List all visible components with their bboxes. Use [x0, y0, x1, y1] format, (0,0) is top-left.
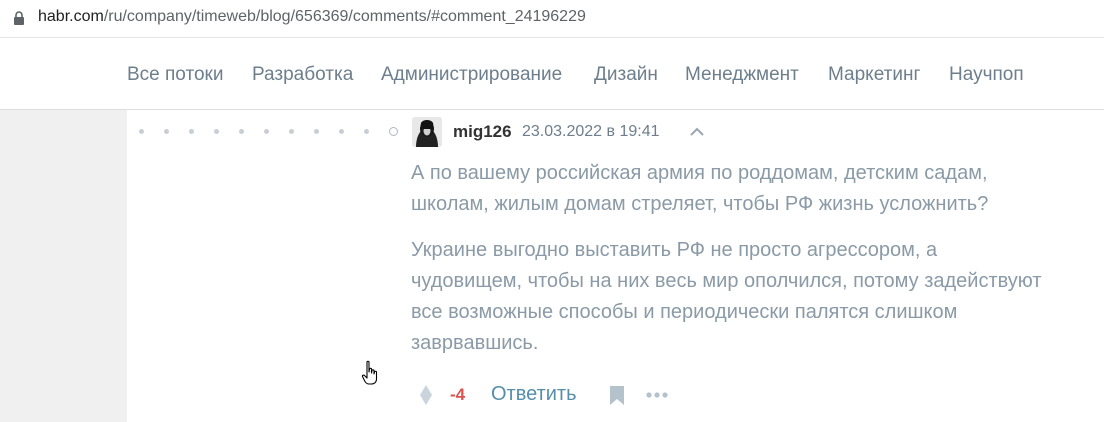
nav-item-administration[interactable]: Администрирование [381, 64, 562, 86]
comment-line: все возможные способы и периодически пал… [411, 301, 958, 323]
nav-item-development[interactable]: Разработка [252, 64, 353, 86]
more-options-icon[interactable] [645, 390, 669, 400]
thread-dot [264, 129, 269, 134]
avatar-image [412, 117, 442, 147]
thread-dot [139, 129, 144, 134]
nav-item-popsci[interactable]: Научпоп [949, 64, 1024, 86]
top-navigation: Все потоки Разработка Администрирование … [0, 38, 1104, 110]
nav-item-all-flows[interactable]: Все потоки [127, 64, 223, 86]
url-host: habr.com [38, 8, 104, 25]
thread-dot [239, 129, 244, 134]
thread-dot [164, 129, 169, 134]
comment-score: -4 [450, 385, 466, 404]
comment-line: А по вашему российская армия по роддомам… [411, 162, 988, 184]
comment-line: чудовищем, чтобы на них весь мир ополчил… [411, 270, 1042, 292]
thread-dot [364, 129, 369, 134]
comment-line: Украине выгодно выставить РФ не просто а… [411, 239, 938, 261]
thread-dot [339, 129, 344, 134]
bookmark-icon[interactable] [609, 385, 625, 406]
thread-dot [214, 129, 219, 134]
nav-item-marketing[interactable]: Маркетинг [828, 64, 920, 86]
thread-dot [289, 129, 294, 134]
thread-current-ring[interactable] [389, 127, 398, 136]
comment-line: заврвавшись. [411, 332, 539, 354]
lock-icon [14, 11, 24, 25]
vote-icon[interactable] [419, 384, 433, 406]
browser-address-bar[interactable]: habr.com/ru/company/timeweb/blog/656369/… [0, 0, 1104, 38]
comment-datetime[interactable]: 23.03.2022 в 19:41 [522, 123, 660, 141]
chevron-up-icon[interactable] [688, 126, 706, 138]
thread-dot [314, 129, 319, 134]
reply-button[interactable]: Ответить [491, 383, 577, 406]
hand-cursor-icon [361, 360, 378, 385]
url-path: /ru/company/timeweb/blog/656369/comments… [103, 8, 586, 25]
url-text[interactable]: habr.com/ru/company/timeweb/blog/656369/… [38, 8, 586, 26]
avatar[interactable] [412, 117, 442, 147]
comment-author[interactable]: mig126 [453, 122, 512, 142]
comment-line: школам, жилым домам стреляет, чтобы РФ ж… [411, 193, 989, 215]
nav-item-management[interactable]: Менеджмент [685, 64, 799, 86]
thread-dot [189, 129, 194, 134]
nav-item-design[interactable]: Дизайн [594, 64, 658, 86]
